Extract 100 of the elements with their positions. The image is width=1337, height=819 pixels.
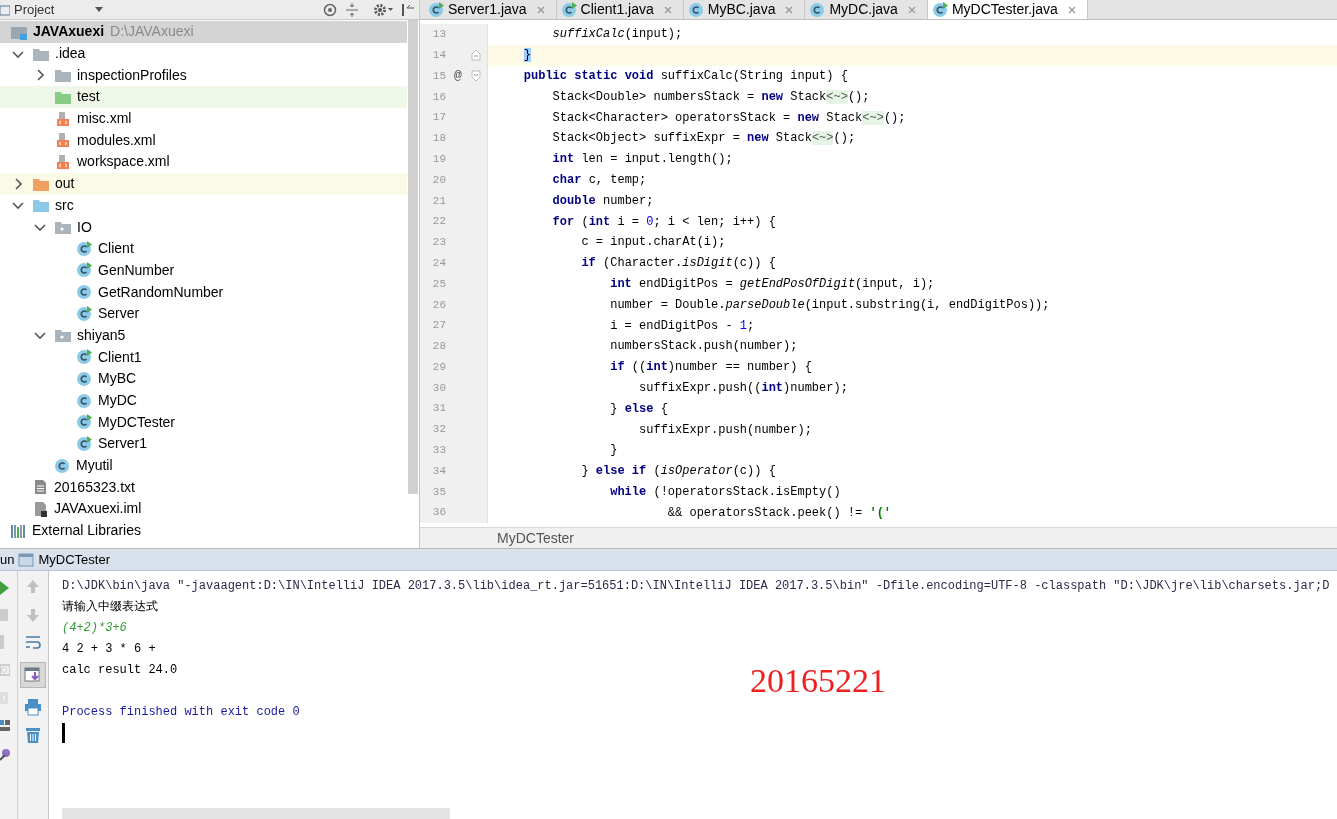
settings-icon[interactable] bbox=[373, 2, 393, 17]
tree-row[interactable]: Myutil bbox=[0, 454, 407, 477]
run-config-tab[interactable]: MyDCTester bbox=[38, 549, 110, 570]
tree-row[interactable]: External Libraries bbox=[0, 519, 407, 542]
tree-row[interactable]: .idea bbox=[0, 42, 407, 65]
tree-row[interactable]: Server1 bbox=[0, 433, 407, 455]
pin-icon[interactable] bbox=[0, 747, 10, 761]
code-text: suffixCalc(input); bbox=[551, 26, 683, 44]
run-icon[interactable] bbox=[0, 581, 10, 595]
text-file-icon bbox=[32, 479, 49, 496]
soft-wrap-icon[interactable] bbox=[25, 634, 41, 652]
code-text: public static void suffixCalc(String input) { bbox=[522, 68, 848, 85]
line-number: 14 bbox=[431, 47, 446, 63]
editor-tab[interactable]: MyDCTester.java bbox=[927, 0, 1088, 19]
tree-row[interactable]: GetRandomNumber bbox=[0, 281, 407, 303]
tree-label: External Libraries bbox=[32, 521, 141, 541]
code-text: double number; bbox=[551, 192, 654, 210]
tree-label: MyBC bbox=[98, 369, 137, 389]
panel-title: un bbox=[0, 550, 15, 569]
class-icon bbox=[54, 457, 71, 474]
panel-title: Project bbox=[14, 0, 55, 19]
tree-label: Myutil bbox=[76, 456, 113, 476]
fold-icon[interactable] bbox=[470, 70, 482, 82]
class-icon bbox=[76, 392, 93, 409]
tree-row[interactable]: MyDCTester bbox=[0, 411, 407, 434]
close-icon[interactable] bbox=[906, 4, 917, 15]
line-number: 26 bbox=[431, 297, 446, 313]
tree-row[interactable]: modules.xml bbox=[0, 129, 407, 152]
scroll-to-end-button[interactable] bbox=[20, 662, 46, 688]
line-number: 22 bbox=[431, 214, 446, 230]
line-number: 25 bbox=[431, 276, 446, 292]
package-icon bbox=[54, 327, 72, 344]
tree-row[interactable]: JAVAxuexi D:\JAVAxuexi bbox=[0, 21, 407, 43]
print-icon[interactable] bbox=[24, 698, 42, 716]
breadcrumb[interactable]: MyDCTester bbox=[497, 527, 574, 549]
code-text: if ((int)number == number) { bbox=[609, 359, 812, 377]
annotation-text: 20165221 bbox=[750, 661, 886, 701]
tree-row[interactable]: 20165323.txt bbox=[0, 476, 407, 499]
window-icon bbox=[0, 2, 10, 17]
tree-label: JAVAxuexi.iml bbox=[54, 499, 142, 519]
code-text: i = endDigitPos - 1; bbox=[609, 317, 755, 335]
layout-icon[interactable] bbox=[0, 719, 10, 733]
tree-row[interactable]: Server bbox=[0, 302, 407, 325]
runnable-class-icon bbox=[76, 305, 93, 322]
fold-icon[interactable] bbox=[470, 49, 482, 62]
tree-row[interactable]: workspace.xml bbox=[0, 151, 407, 173]
code-text: suffixExpr.push(number); bbox=[638, 421, 812, 439]
collapse-all-icon[interactable] bbox=[345, 2, 359, 17]
tree-row[interactable]: shiyan5 bbox=[0, 324, 407, 347]
tree-row[interactable]: misc.xml bbox=[0, 107, 407, 130]
class-icon bbox=[809, 1, 827, 18]
tree-row[interactable]: Client bbox=[0, 237, 407, 260]
code-text: int len = input.length(); bbox=[551, 151, 733, 169]
line-number: 28 bbox=[431, 339, 446, 355]
code-text: Stack<Object> suffixExpr = new Stack<~>(); bbox=[551, 130, 856, 148]
console-line: D:\JDK\bin\java "-javaagent:D:\IN\IntelliJ IDEA 2017.3.5\lib\idea_rt.jar=51651:D:\IN\IntelliJ IDEA 2017.3.5\bin" -Dfile.encoding=UTF-8 -classpath "D:\JDK\jre\lib\charsets.jar;D bbox=[62, 577, 1330, 595]
tree-row[interactable]: IO bbox=[0, 216, 407, 238]
close-icon[interactable] bbox=[535, 4, 546, 15]
line-number: 16 bbox=[431, 89, 446, 105]
tree-row[interactable]: src bbox=[0, 194, 407, 217]
tree-row[interactable]: MyDC bbox=[0, 389, 407, 412]
tree-label: out bbox=[55, 174, 75, 194]
code-text: numbersStack.push(number); bbox=[609, 338, 798, 356]
tree-label: .idea bbox=[55, 44, 86, 64]
code-text: } else { bbox=[609, 400, 668, 418]
code-text: int endDigitPos = getEndPosOfDigit(input, i); bbox=[609, 275, 935, 293]
target-icon[interactable] bbox=[323, 2, 337, 17]
code-text: if (Character.isDigit(c)) { bbox=[580, 255, 776, 273]
tree-row[interactable]: Client1 bbox=[0, 346, 407, 368]
module-file-icon bbox=[32, 500, 49, 517]
line-number: 29 bbox=[431, 359, 446, 375]
tree-label: GenNumber bbox=[98, 260, 175, 280]
tree-row[interactable]: JAVAxuexi.iml bbox=[0, 498, 407, 520]
console-line: (4+2)*3+6 bbox=[62, 619, 127, 637]
tree-row[interactable]: out bbox=[0, 172, 407, 195]
tree-row[interactable]: inspectionProfiles bbox=[0, 64, 407, 87]
class-icon bbox=[76, 370, 93, 387]
class-icon bbox=[76, 284, 93, 301]
line-number: 13 bbox=[431, 27, 446, 43]
close-icon[interactable] bbox=[1066, 4, 1077, 15]
line-number: 27 bbox=[431, 318, 446, 334]
code-text: Stack<Character> operatorsStack = new Stack<~>(); bbox=[551, 109, 906, 127]
close-icon[interactable] bbox=[784, 4, 795, 15]
line-number: 20 bbox=[431, 172, 446, 188]
runnable-class-icon bbox=[428, 1, 445, 18]
line-number: 33 bbox=[431, 443, 446, 459]
scroll-to-end-icon bbox=[24, 666, 42, 684]
tree-label: Server1 bbox=[98, 434, 148, 454]
hide-panel-icon[interactable] bbox=[401, 2, 415, 17]
trash-icon[interactable] bbox=[24, 726, 42, 744]
runnable-class-icon bbox=[931, 1, 949, 18]
console-line: 请输入中缀表达式 bbox=[62, 598, 158, 616]
tree-row[interactable]: MyBC bbox=[0, 368, 407, 390]
runnable-class-icon bbox=[76, 240, 93, 257]
close-icon[interactable] bbox=[662, 4, 673, 15]
package-icon bbox=[54, 219, 72, 236]
tree-row[interactable]: GenNumber bbox=[0, 259, 407, 282]
tree-row[interactable]: test bbox=[0, 86, 407, 108]
tree-label: Client bbox=[98, 239, 134, 259]
line-number: 15 bbox=[431, 68, 446, 84]
